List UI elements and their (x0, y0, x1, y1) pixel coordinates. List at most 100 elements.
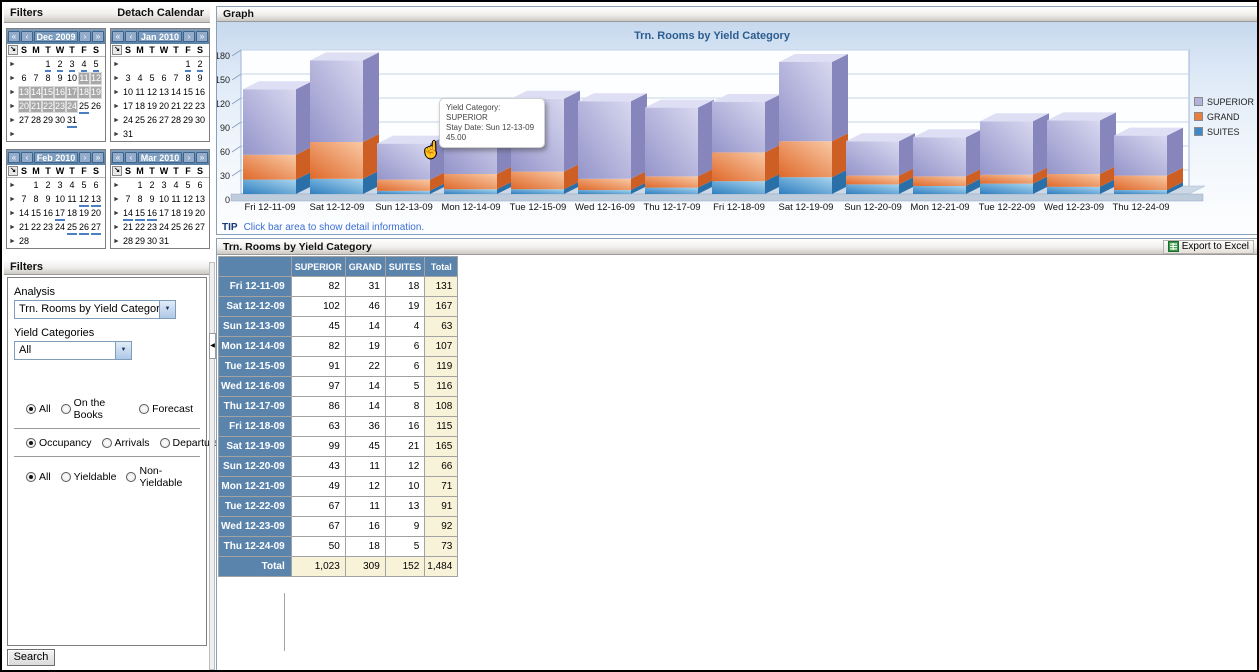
calendar-day[interactable]: 8 (134, 193, 146, 206)
calendar-day[interactable]: 26 (146, 114, 158, 127)
calendar-day[interactable]: 23 (42, 221, 54, 234)
calendar-day[interactable]: 29 (134, 235, 146, 248)
radio-departures[interactable] (160, 438, 170, 448)
row-header[interactable]: Thu 12-17-09 (219, 397, 292, 417)
calendar-day[interactable]: 13 (90, 193, 102, 206)
calendar-day[interactable]: 21 (122, 221, 134, 234)
calendar-day[interactable]: 5 (78, 179, 90, 192)
calendar-day[interactable]: 6 (90, 179, 102, 192)
calendar-day[interactable]: 17 (54, 207, 66, 220)
calendar-day[interactable]: 10 (158, 193, 170, 206)
select-week-icon[interactable]: ► (7, 224, 18, 231)
calendar-day[interactable]: 13 (194, 193, 206, 206)
calendar-day[interactable]: 19 (146, 100, 158, 113)
calendar-day[interactable]: 21 (18, 221, 30, 234)
radio-on-the-books[interactable] (61, 404, 71, 414)
radio-forecast[interactable] (139, 404, 149, 414)
row-header[interactable]: Wed 12-16-09 (219, 377, 292, 397)
stacked-bar-chart[interactable]: 0306090120150180Trn. Rooms by Yield Cate… (217, 22, 1258, 218)
row-header[interactable]: Sun 12-20-09 (219, 457, 292, 477)
table-row[interactable]: Thu 12-24-095018573 (219, 537, 458, 557)
calendar-day[interactable]: 11 (78, 72, 90, 85)
column-header-superior[interactable]: SUPERIOR (291, 257, 345, 277)
calendar-day[interactable]: 12 (182, 193, 194, 206)
calendar-day[interactable]: 15 (42, 86, 54, 99)
calendar-day[interactable]: 13 (18, 86, 30, 99)
calendar-day[interactable]: 27 (194, 221, 206, 234)
calendar-day[interactable]: 12 (146, 86, 158, 99)
calendar-day[interactable]: 23 (54, 100, 66, 113)
table-row[interactable]: Fri 12-11-09823118131 (219, 277, 458, 297)
calendar-day[interactable]: 17 (66, 86, 78, 99)
select-week-icon[interactable]: ► (111, 196, 122, 203)
calendar-day[interactable]: 15 (134, 207, 146, 220)
calendar-day[interactable]: 7 (18, 193, 30, 206)
calendar-day[interactable]: 25 (170, 221, 182, 234)
bar-segment-superior[interactable] (913, 129, 982, 176)
select-month-icon[interactable]: ↘ (112, 45, 122, 55)
bar-segment-superior[interactable] (1114, 128, 1183, 176)
collapse-panel-icon[interactable]: ◀ (209, 333, 216, 359)
calendar-day[interactable]: 28 (122, 235, 134, 248)
calendar-day[interactable]: 24 (66, 100, 78, 113)
table-row[interactable]: Sat 12-19-09994521165 (219, 437, 458, 457)
select-month-icon[interactable]: ↘ (8, 166, 18, 176)
calendar-month-title[interactable]: Mar 2010 (138, 152, 182, 163)
select-week-icon[interactable]: ► (111, 103, 122, 110)
calendar-day[interactable]: 24 (158, 221, 170, 234)
calendar-mar-2010[interactable]: «‹Mar 2010›»↘SMTWTFS►123456►78910111213►… (110, 149, 210, 249)
row-header[interactable]: Tue 12-15-09 (219, 357, 292, 377)
calendar-prev-icon[interactable]: ‹ (125, 152, 137, 163)
calendar-day[interactable]: 20 (18, 100, 30, 113)
select-month-icon[interactable]: ↘ (112, 166, 122, 176)
calendar-day[interactable]: 30 (54, 114, 66, 127)
chart-area[interactable]: 0306090120150180Trn. Rooms by Yield Cate… (217, 22, 1258, 234)
select-month-icon[interactable]: ↘ (8, 45, 18, 55)
calendar-day[interactable]: 22 (134, 221, 146, 234)
calendar-day[interactable]: 25 (66, 221, 78, 234)
calendar-last-icon[interactable]: » (92, 31, 104, 42)
calendar-day[interactable]: 16 (42, 207, 54, 220)
column-header-suites[interactable]: SUITES (385, 257, 425, 277)
calendar-day[interactable]: 30 (146, 235, 158, 248)
calendar-day[interactable]: 15 (182, 86, 194, 99)
calendar-day[interactable]: 4 (134, 72, 146, 85)
row-header[interactable]: Mon 12-21-09 (219, 477, 292, 497)
calendar-day[interactable]: 8 (30, 193, 42, 206)
calendar-day[interactable]: 1 (182, 58, 194, 71)
calendar-dec-2009[interactable]: «‹Dec 2009›»↘SMTWTFS►12345►6789101112►13… (6, 28, 106, 142)
row-header[interactable]: Mon 12-14-09 (219, 337, 292, 357)
radio-all[interactable] (26, 472, 36, 482)
calendar-day[interactable]: 16 (54, 86, 66, 99)
bar-segment-superior[interactable] (712, 94, 781, 152)
select-week-icon[interactable]: ► (111, 89, 122, 96)
calendar-day[interactable]: 18 (134, 100, 146, 113)
calendar-day[interactable]: 19 (182, 207, 194, 220)
select-week-icon[interactable]: ► (111, 61, 122, 68)
calendar-day[interactable]: 10 (122, 86, 134, 99)
calendar-last-icon[interactable]: » (196, 152, 208, 163)
row-header[interactable]: Fri 12-11-09 (219, 277, 292, 297)
calendar-day[interactable]: 1 (134, 179, 146, 192)
calendar-month-title[interactable]: Dec 2009 (34, 31, 78, 42)
bar-segment-superior[interactable] (1047, 112, 1116, 174)
calendar-day[interactable]: 18 (78, 86, 90, 99)
select-week-icon[interactable]: ► (111, 210, 122, 217)
calendar-day[interactable]: 22 (182, 100, 194, 113)
calendar-day[interactable]: 24 (122, 114, 134, 127)
select-week-icon[interactable]: ► (111, 131, 122, 138)
select-week-icon[interactable]: ► (111, 238, 122, 245)
calendar-day[interactable]: 15 (30, 207, 42, 220)
column-header-total[interactable]: Total (425, 257, 458, 277)
calendar-day[interactable]: 16 (146, 207, 158, 220)
calendar-day[interactable]: 3 (158, 179, 170, 192)
calendar-day[interactable]: 17 (122, 100, 134, 113)
select-week-icon[interactable]: ► (7, 182, 18, 189)
calendar-next-icon[interactable]: › (183, 152, 195, 163)
calendar-day[interactable]: 12 (90, 72, 102, 85)
calendar-day[interactable]: 6 (194, 179, 206, 192)
table-row[interactable]: Tue 12-15-0991226119 (219, 357, 458, 377)
table-row[interactable]: Tue 12-22-0967111391 (219, 497, 458, 517)
calendar-first-icon[interactable]: « (8, 152, 20, 163)
calendar-day[interactable]: 23 (146, 221, 158, 234)
